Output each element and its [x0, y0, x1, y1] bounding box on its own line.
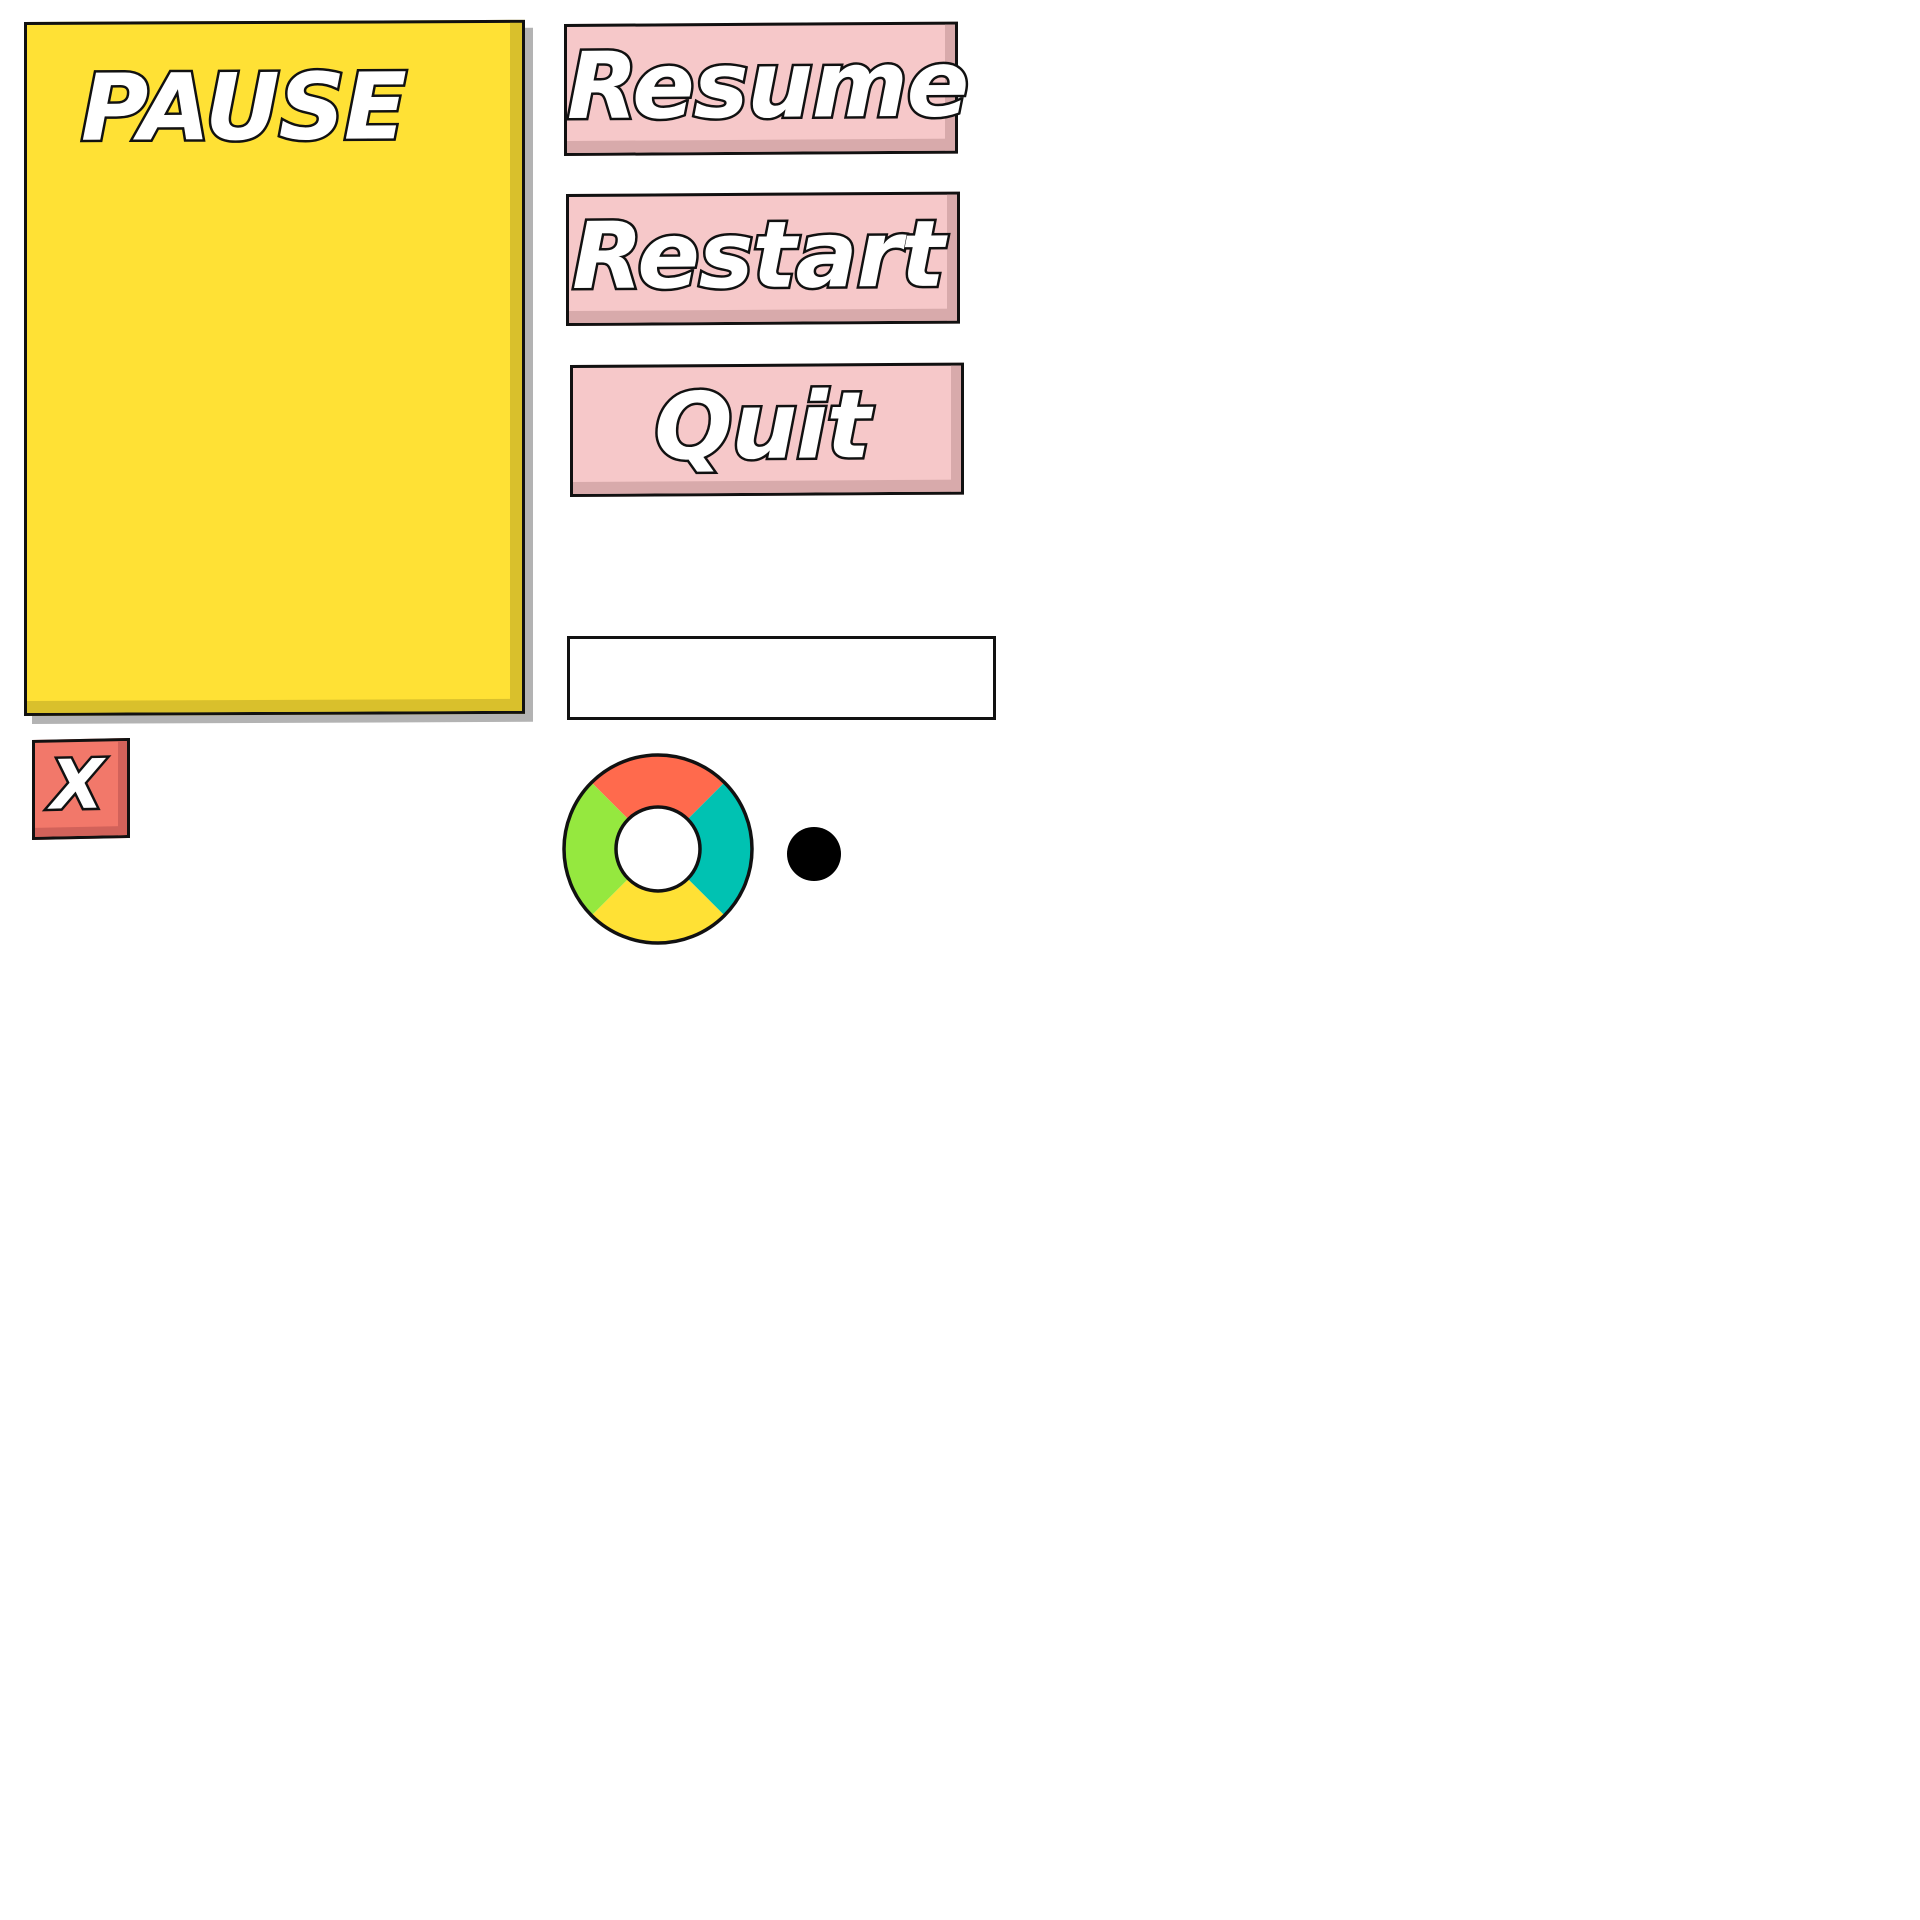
color-wheel[interactable]	[562, 753, 754, 945]
restart-button[interactable]: Restart	[566, 191, 960, 326]
text-input-field[interactable]	[567, 636, 996, 720]
resume-button-label: Resume	[565, 28, 971, 142]
color-wheel-center	[614, 805, 702, 893]
restart-button-label: Restart	[570, 198, 947, 312]
resume-button[interactable]: Resume	[564, 21, 971, 157]
pause-panel: PAUSE	[24, 19, 525, 716]
quit-button[interactable]: Quit	[570, 362, 964, 497]
quit-button-label: Quit	[652, 370, 872, 483]
indicator-dot	[787, 827, 841, 881]
close-button[interactable]: X	[32, 737, 130, 840]
pause-title: PAUSE	[79, 51, 409, 164]
close-icon: X	[48, 743, 104, 828]
